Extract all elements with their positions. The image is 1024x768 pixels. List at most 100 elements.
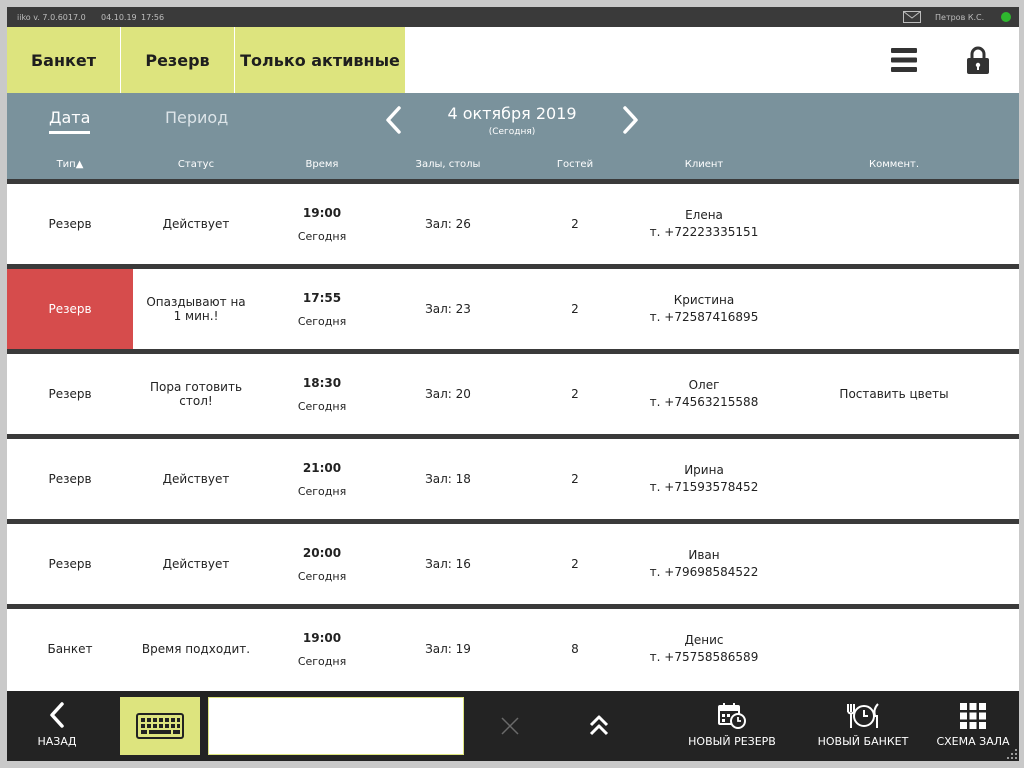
app-window: iiko v. 7.0.6017.0 04.10.19 17:56 Петров… <box>7 7 1019 761</box>
plate-cutlery-icon <box>847 703 879 728</box>
row-client-phone: т. +72223335151 <box>649 225 759 239</box>
row-client-phone: т. +74563215588 <box>649 395 759 409</box>
scroll-top-icon[interactable] <box>587 713 611 739</box>
row-client-name: Иван <box>688 548 720 562</box>
row-type: Резерв <box>48 472 92 486</box>
previous-date-arrow-icon[interactable] <box>383 105 405 135</box>
row-day: Сегодня <box>297 229 347 243</box>
row-guests: 2 <box>571 302 579 316</box>
table-row[interactable]: Банкет Время подходит. 19:00 Сегодня Зал… <box>7 609 1019 689</box>
row-time-cell: 19:00 Сегодня <box>259 184 385 264</box>
table-row[interactable]: Резерв Действует 19:00 Сегодня Зал: 26 2… <box>7 184 1019 264</box>
table-row[interactable]: Резерв Пора готовить стол! 18:30 Сегодня… <box>7 354 1019 434</box>
row-client-cell: Олег т. +74563215588 <box>639 354 769 434</box>
row-status: Действует <box>162 472 230 486</box>
row-guests: 2 <box>571 472 579 486</box>
table-row[interactable]: Резерв Действует 20:00 Сегодня Зал: 16 2… <box>7 524 1019 604</box>
column-header-time[interactable]: Время <box>259 159 385 170</box>
row-hall: Зал: 18 <box>425 472 471 486</box>
row-time: 20:00 <box>302 545 342 560</box>
new-reserve-button[interactable]: НОВЫЙ РЕЗЕРВ <box>687 703 777 748</box>
row-client-cell: Кристина т. +72587416895 <box>639 269 769 349</box>
clear-search-icon[interactable] <box>499 715 521 737</box>
grid-icon <box>960 703 986 729</box>
row-hall: Зал: 20 <box>425 387 471 401</box>
column-header-status[interactable]: Статус <box>133 159 259 170</box>
table-row[interactable]: Резерв Опаздывают на 1 мин.! 17:55 Сегод… <box>7 269 1019 349</box>
online-status-indicator <box>1001 12 1011 22</box>
search-input[interactable] <box>208 697 464 755</box>
row-client-phone: т. +79698584522 <box>649 565 759 579</box>
back-label: НАЗАД <box>37 735 77 748</box>
table-row[interactable]: Резерв Действует 21:00 Сегодня Зал: 18 2… <box>7 439 1019 519</box>
status-date: 04.10.19 <box>101 13 137 22</box>
row-time-cell: 19:00 Сегодня <box>259 609 385 689</box>
row-status: Действует <box>162 557 230 571</box>
hall-scheme-label: СХЕМА ЗАЛА <box>936 735 1010 748</box>
row-time: 21:00 <box>302 460 342 475</box>
tab-date[interactable]: Дата <box>49 108 91 134</box>
new-banquet-label: НОВЫЙ БАНКЕТ <box>817 735 909 748</box>
row-client-phone: т. +72587416895 <box>649 310 759 324</box>
row-status: Действует <box>162 217 230 231</box>
column-header-comment[interactable]: Коммент. <box>769 159 1019 170</box>
row-guests: 2 <box>571 387 579 401</box>
status-bar: iiko v. 7.0.6017.0 04.10.19 17:56 Петров… <box>7 7 1019 27</box>
keyboard-button[interactable] <box>120 697 200 755</box>
row-hall: Зал: 19 <box>425 642 471 656</box>
column-header-client[interactable]: Клиент <box>639 159 769 170</box>
next-date-arrow-icon[interactable] <box>619 105 641 135</box>
row-day: Сегодня <box>297 654 347 668</box>
hall-scheme-button[interactable]: СХЕМА ЗАЛА <box>935 703 1011 748</box>
row-comment <box>769 439 1019 519</box>
row-day: Сегодня <box>297 399 347 413</box>
row-day: Сегодня <box>297 484 347 498</box>
new-reserve-label: НОВЫЙ РЕЗЕРВ <box>688 735 776 748</box>
row-guests: 2 <box>571 217 579 231</box>
calendar-clock-icon <box>718 703 746 729</box>
row-day: Сегодня <box>297 569 347 583</box>
current-date: 4 октября 2019 <box>447 104 577 123</box>
keyboard-icon <box>136 713 184 739</box>
row-client-name: Кристина <box>673 293 735 307</box>
row-client-name: Ирина <box>684 463 724 477</box>
row-type: Резерв <box>48 557 92 571</box>
current-date-subtitle: (Сегодня) <box>488 127 536 137</box>
status-time: 17:56 <box>141 13 165 22</box>
row-client-cell: Ирина т. +71593578452 <box>639 439 769 519</box>
mail-icon[interactable] <box>903 11 921 23</box>
row-time-cell: 21:00 Сегодня <box>259 439 385 519</box>
row-client-name: Денис <box>684 633 724 647</box>
row-hall: Зал: 26 <box>425 217 471 231</box>
reserve-filter-button[interactable]: Резерв <box>121 27 234 93</box>
row-status: Время подходит. <box>141 642 251 656</box>
row-comment <box>769 524 1019 604</box>
row-time: 18:30 <box>302 375 342 390</box>
row-type-alert: Резерв <box>7 269 133 349</box>
row-guests: 8 <box>571 642 579 656</box>
column-header-halls[interactable]: Залы, столы <box>385 159 511 170</box>
top-bar: Банкет Резерв Только активные <box>7 27 1019 93</box>
hamburger-menu-icon[interactable] <box>891 48 917 72</box>
row-time: 17:55 <box>302 290 342 305</box>
column-header-type[interactable]: Тип▲ <box>7 159 133 170</box>
row-client-cell: Иван т. +79698584522 <box>639 524 769 604</box>
row-comment: Поставить цветы <box>839 387 949 401</box>
app-version: iiko v. 7.0.6017.0 <box>17 13 86 22</box>
banquet-filter-button[interactable]: Банкет <box>7 27 120 93</box>
row-time-cell: 20:00 Сегодня <box>259 524 385 604</box>
row-comment <box>769 609 1019 689</box>
row-status: Опаздывают на 1 мин.! <box>146 295 246 323</box>
lock-icon[interactable] <box>967 46 989 74</box>
resize-grip-icon[interactable] <box>1007 749 1017 759</box>
row-hall: Зал: 23 <box>425 302 471 316</box>
tab-period[interactable]: Период <box>165 108 228 127</box>
column-header-guests[interactable]: Гостей <box>511 159 639 170</box>
active-only-filter-button[interactable]: Только активные <box>235 27 405 93</box>
row-time-cell: 18:30 Сегодня <box>259 354 385 434</box>
back-button[interactable]: НАЗАД <box>27 701 87 751</box>
row-client-cell: Денис т. +75758586589 <box>639 609 769 689</box>
date-navigation-bar: Дата Период 4 октября 2019 (Сегодня) <box>7 93 1019 153</box>
row-client-phone: т. +71593578452 <box>649 480 759 494</box>
new-banquet-button[interactable]: НОВЫЙ БАНКЕТ <box>817 703 909 748</box>
